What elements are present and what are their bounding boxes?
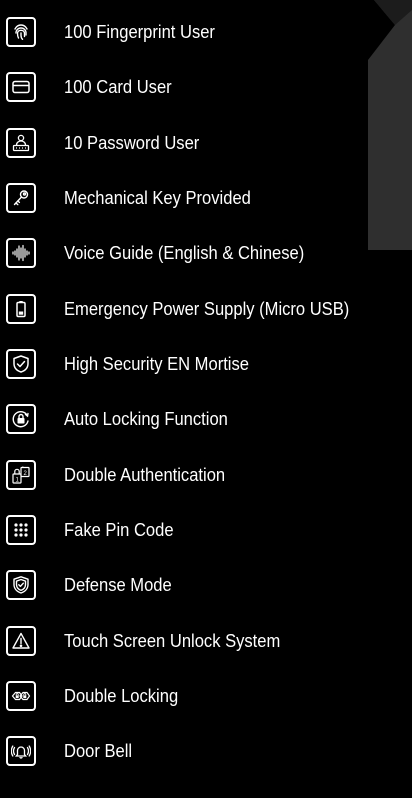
- feature-item-fake-pin: Fake Pin Code: [0, 512, 412, 552]
- keypad-icon: [6, 515, 36, 545]
- shield-check-icon: [6, 349, 36, 379]
- feature-label: Double Locking: [64, 686, 179, 706]
- voice-wave-icon: [6, 238, 36, 268]
- card-icon: [6, 72, 36, 102]
- feature-label: Double Authentication: [64, 465, 226, 485]
- auto-lock-icon: [6, 404, 36, 434]
- feature-item-fingerprint: 100 Fingerprint User: [0, 14, 412, 54]
- bell-icon: [6, 736, 36, 766]
- feature-item-voice: Voice Guide (English & Chinese): [0, 235, 412, 275]
- feature-label: Fake Pin Code: [64, 520, 174, 540]
- password-user-icon: [6, 128, 36, 158]
- battery-icon: [6, 294, 36, 324]
- feature-item-double-locking: Double Locking: [0, 678, 412, 718]
- feature-label: Defense Mode: [64, 575, 172, 595]
- warning-icon: [6, 626, 36, 656]
- feature-label: 100 Card User: [64, 77, 172, 97]
- feature-item-touch-screen: Touch Screen Unlock System: [0, 623, 412, 663]
- feature-item-autolock: Auto Locking Function: [0, 401, 412, 441]
- feature-item-door-bell: Door Bell: [0, 733, 412, 773]
- feature-label: 100 Fingerprint User: [64, 22, 215, 42]
- feature-item-battery: Emergency Power Supply (Micro USB): [0, 291, 412, 331]
- feature-label: Door Bell: [64, 741, 133, 761]
- feature-label: Auto Locking Function: [64, 409, 228, 429]
- double-auth-icon: 1 2: [6, 460, 36, 490]
- feature-label: Emergency Power Supply (Micro USB): [64, 299, 350, 319]
- double-lock-icon: [6, 681, 36, 711]
- feature-item-card: 100 Card User: [0, 69, 412, 109]
- feature-page: 100 Fingerprint User 100 Card User 10 Pa…: [0, 0, 412, 798]
- feature-label: High Security EN Mortise: [64, 354, 249, 374]
- feature-label: Touch Screen Unlock System: [64, 631, 281, 651]
- feature-label: Mechanical Key Provided: [64, 188, 251, 208]
- feature-label: 10 Password User: [64, 133, 200, 153]
- defense-shield-icon: [6, 570, 36, 600]
- feature-item-mortise: High Security EN Mortise: [0, 346, 412, 386]
- fingerprint-icon: [6, 17, 36, 47]
- feature-item-double-auth: 1 2 Double Authentication: [0, 457, 412, 497]
- feature-item-defense: Defense Mode: [0, 567, 412, 607]
- feature-item-key: Mechanical Key Provided: [0, 180, 412, 220]
- key-icon: [6, 183, 36, 213]
- feature-label: Voice Guide (English & Chinese): [64, 243, 305, 263]
- feature-item-password: 10 Password User: [0, 125, 412, 165]
